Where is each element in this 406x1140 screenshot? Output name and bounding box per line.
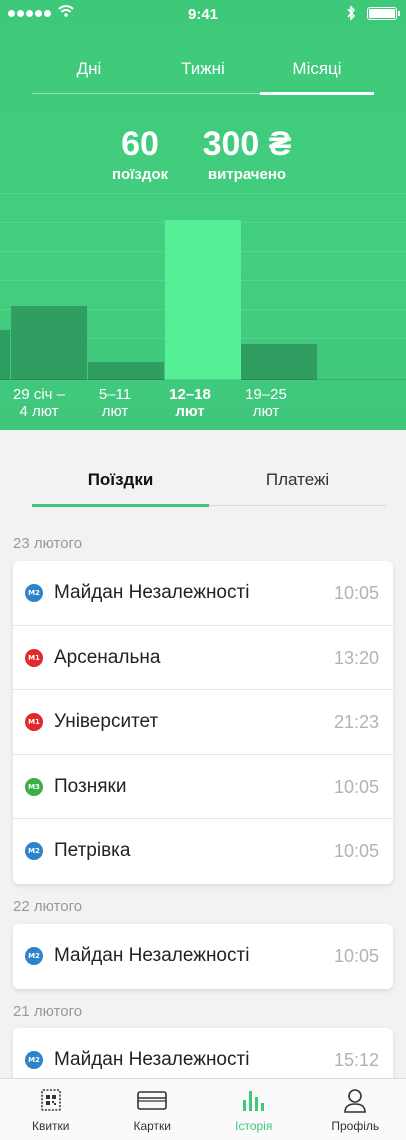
chart-bar[interactable] [88,362,164,380]
list-item[interactable]: M1 Арсенальна 13:20 [13,626,393,690]
bluetooth-icon [347,5,356,21]
period-tabs: Дні Тижні Місяці [32,54,374,95]
station-name: Майдан Незалежності [54,582,250,603]
date-header: 22 лютого [13,898,83,915]
tab-label: Історія [235,1119,273,1133]
list-item[interactable]: M3 Позняки 10:05 [13,755,393,819]
list-item[interactable]: M1 Університет 21:23 [13,690,393,755]
ride-time: 10:05 [333,841,379,861]
ride-time: 10:05 [333,776,379,797]
chart-baseline [0,379,406,380]
tab-tickets[interactable]: Квитки [0,1079,102,1140]
rides-card: M2 Майдан Незалежності 10:05 M1 Арсеналь… [13,561,393,884]
week-label-feb5[interactable]: 5–11 лют [88,386,142,420]
metro-line-icon: M2 [25,842,43,860]
tab-label: Профіль [331,1119,380,1133]
history-segment: Поїздки Платежі [32,458,386,507]
usage-bar-chart [0,180,406,380]
history-screen: 9:41 Дні Тижні Місяці 60 поїздок 300 ₴ в… [0,0,406,1140]
battery-icon [367,7,400,20]
week-label-line: 4 лют [19,403,59,420]
profile-icon [344,1089,367,1113]
station-name: Позняки [54,775,127,797]
tab-history[interactable]: Історія [203,1079,305,1140]
metro-line-icon: M2 [25,1051,43,1069]
ride-time: 21:23 [333,712,379,732]
tab-months[interactable]: Місяці [260,54,374,95]
tab-cards[interactable]: Картки [102,1079,204,1140]
tab-profile[interactable]: Профіль [305,1079,406,1140]
week-label-line: лют [175,403,205,420]
week-label-jan29[interactable]: 29 січ – 4 лют [2,386,76,420]
tab-label: Квитки [31,1119,70,1133]
date-header: 21 лютого [13,1003,83,1020]
chart-bar[interactable] [0,330,10,380]
spent-stat: 300 ₴ витрачено [194,124,300,186]
status-bar: 9:41 [0,0,406,30]
week-label-feb12[interactable]: 12–18 лют [162,386,218,420]
chart-bar[interactable] [11,306,87,380]
station-name: Арсенальна [54,646,161,668]
spent-amount: 300 ₴ [202,125,292,163]
card-icon [137,1091,168,1110]
metro-line-icon: M1 [25,713,43,731]
segment-trips[interactable]: Поїздки [32,458,209,507]
station-name: Петрівка [54,840,131,861]
station-name: Майдан Незалежності [54,945,250,966]
tab-bar: Квитки Картки Історія Профіль [0,1078,406,1140]
chart-bar[interactable] [241,344,317,380]
week-label-line: 29 січ – [12,386,65,403]
trips-count: 60 [121,125,159,163]
stats-header: 9:41 Дні Тижні Місяці 60 поїздок 300 ₴ в… [0,0,406,430]
tab-label: Картки [133,1119,172,1133]
ride-time: 10:05 [333,583,379,603]
tab-weeks[interactable]: Тижні [146,54,260,93]
tab-days[interactable]: Дні [32,54,146,93]
week-label-line: 12–18 [169,386,211,403]
metro-line-icon: M3 [25,777,43,796]
rides-card: M2 Майдан Незалежності 10:05 [13,924,393,989]
week-label-line: лют [101,403,129,420]
ride-time: 10:05 [333,946,379,966]
list-item[interactable]: M2 Майдан Незалежності 10:05 [13,561,393,626]
metro-line-icon: M1 [25,648,43,667]
chart-bar[interactable] [165,220,241,380]
ride-time: 13:20 [333,647,379,668]
list-item[interactable]: M2 Майдан Незалежності 10:05 [13,924,393,989]
metro-line-icon: M2 [25,584,43,602]
week-label-feb19[interactable]: 19–25 лют [238,386,294,420]
grid-line [0,193,406,194]
metro-line-icon: M2 [25,947,43,965]
segment-payments[interactable]: Платежі [209,458,386,505]
date-header: 23 лютого [13,535,83,552]
station-name: Університет [54,711,159,732]
week-label-line: 5–11 [98,386,132,403]
trips-stat: 60 поїздок [100,124,180,186]
week-label-line: лют [252,403,280,420]
history-chart-icon [242,1091,264,1111]
week-label-line: 19–25 [245,386,287,403]
ticket-icon [40,1089,61,1111]
list-item[interactable]: M2 Петрівка 10:05 [13,819,393,884]
